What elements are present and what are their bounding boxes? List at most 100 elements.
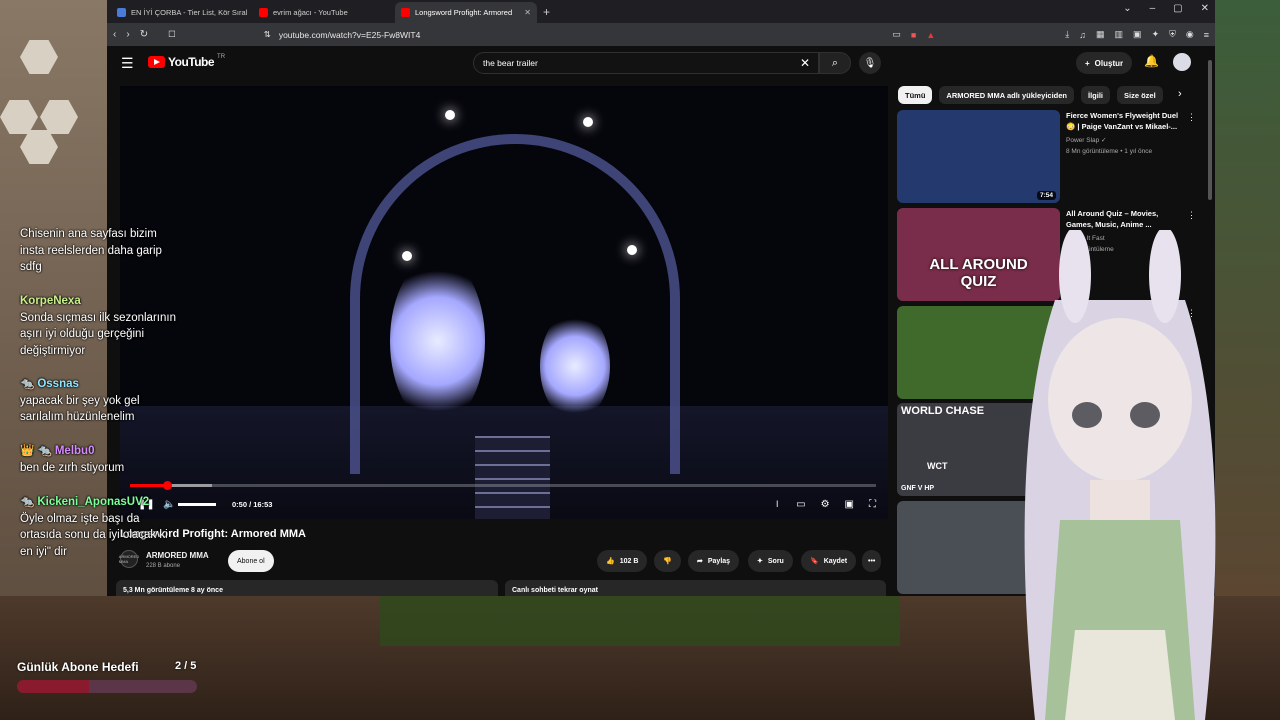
- ai-icon[interactable]: ✦: [1152, 29, 1160, 40]
- menu-icon[interactable]: ≡: [1204, 30, 1209, 40]
- more-vert-icon[interactable]: ⋮: [1187, 112, 1196, 123]
- goal-progress-bar: [17, 680, 197, 693]
- ask-button[interactable]: ✦ Soru: [748, 550, 793, 572]
- tab-title: evrim ağacı - YouTube: [273, 8, 348, 17]
- close-window-icon[interactable]: ✕: [1201, 3, 1209, 14]
- logo-text: YouTube: [168, 55, 215, 69]
- chat-user-line: KorpeNexa: [20, 293, 176, 310]
- chat-badge-icon: 🐀: [20, 496, 35, 508]
- recommendation-title[interactable]: All Around Quiz – Movies, Games, Music, …: [1066, 208, 1182, 230]
- address-bar: ‹ › ↻ ☐ ⇅ youtube.com/watch?v=E25-Fw8WIT…: [107, 23, 1215, 46]
- tab-groups-icon[interactable]: ▣: [1133, 29, 1142, 40]
- chip-for-you[interactable]: Size özel: [1117, 86, 1163, 104]
- chip-related[interactable]: İlgili: [1081, 86, 1110, 104]
- url-field[interactable]: ☐ ⇅ youtube.com/watch?v=E25-Fw8WIT4: [168, 29, 883, 40]
- reading-list-icon[interactable]: ▦: [1096, 29, 1105, 40]
- share-button[interactable]: ➦ Paylaş: [688, 550, 740, 572]
- sidebar-icon[interactable]: ▥: [1115, 29, 1124, 40]
- chip-all[interactable]: Tümü: [898, 86, 933, 104]
- subtitles-icon[interactable]: ▭: [796, 499, 805, 510]
- more-icon: •••: [868, 557, 876, 565]
- scrollbar[interactable]: [1208, 60, 1212, 200]
- clear-icon[interactable]: ✕: [800, 56, 810, 70]
- tab-evrim-agaci[interactable]: evrim ağacı - YouTube: [253, 2, 395, 23]
- video-thumbnail[interactable]: 7:54: [897, 110, 1060, 203]
- youtube-play-icon: [148, 56, 165, 68]
- shield-icon[interactable]: ⛨: [1169, 29, 1176, 40]
- recommendation-item[interactable]: 7:54 Fierce Women's Flyweight Duel 😳 | P…: [897, 110, 1197, 203]
- more-vert-icon[interactable]: ⋮: [1187, 210, 1196, 221]
- bookmark-icon: 🔖: [810, 558, 819, 565]
- progress-scrubber[interactable]: [163, 481, 173, 490]
- chat-text-line: insta reelslerden daha garip: [20, 244, 162, 257]
- avatar-eye: [1130, 402, 1160, 428]
- close-icon[interactable]: ✕: [524, 8, 531, 17]
- share-icon: ➦: [697, 558, 703, 565]
- dislike-button[interactable]: 👎: [654, 550, 681, 572]
- progress-bar[interactable]: [130, 481, 876, 490]
- chat-user-line: 🐀 Kickeni_AponasUV2: [20, 494, 168, 511]
- new-tab-icon[interactable]: +: [543, 2, 550, 23]
- miniplayer-icon[interactable]: ▣: [845, 499, 854, 510]
- download-icon[interactable]: ⤓: [1065, 29, 1069, 40]
- hamburger-menu-icon[interactable]: ☰: [121, 55, 134, 72]
- create-button[interactable]: + Oluştur: [1076, 52, 1133, 74]
- search-button[interactable]: ⌕: [819, 52, 851, 74]
- maximize-icon[interactable]: ▢: [1173, 3, 1182, 14]
- bookmark-icon[interactable]: ☐: [168, 29, 176, 40]
- avatar-eye: [1072, 402, 1102, 428]
- reload-icon[interactable]: ↻: [140, 29, 148, 40]
- extension-icon[interactable]: ▲: [926, 30, 935, 40]
- chat-username: KorpeNexa: [20, 295, 81, 307]
- settings-gear-icon[interactable]: ⚙: [821, 499, 830, 510]
- volume-slider[interactable]: [178, 503, 216, 506]
- vtuber-avatar: [1024, 230, 1216, 720]
- save-button[interactable]: 🔖 Kaydet: [801, 550, 857, 572]
- subscribe-button[interactable]: Abone ol: [228, 550, 274, 572]
- microphone-button[interactable]: 🎙: [859, 52, 881, 74]
- account-avatar[interactable]: [1173, 53, 1191, 71]
- extension-icon[interactable]: ■: [911, 30, 916, 40]
- chat-text-line: Öyle olmaz işte başı da: [20, 512, 140, 525]
- back-icon[interactable]: ‹: [113, 29, 116, 40]
- more-actions-button[interactable]: •••: [862, 550, 882, 572]
- country-code: TR: [217, 54, 226, 60]
- tab-search-icon[interactable]: ⌄: [1123, 3, 1131, 14]
- media-icon[interactable]: ♫: [1079, 30, 1086, 40]
- description-box[interactable]: 5,3 Mn görüntüleme 8 ay önce: [116, 580, 498, 596]
- chat-username: Ossnas: [37, 378, 79, 390]
- recommendation-meta: 8 Mn görüntüleme • 1 yıl önce: [1066, 148, 1153, 155]
- video-player[interactable]: ❚❚ 🔈 0:50 / 16:53 ⏽ ▭ ⚙ ▣ ⛶: [120, 86, 888, 519]
- thumbnail-text: GNF V HP: [901, 485, 935, 492]
- tab-tier-list[interactable]: EN İYİ ÇORBA - Tier List, Kör Sıralama: [111, 2, 253, 23]
- thumbs-up-icon: 👍: [606, 558, 615, 565]
- recommendation-chips: Tümü ARMORED MMA adlı yükleyiciden İlgil…: [898, 86, 1163, 104]
- youtube-header: ☰ YouTube TR the bear trailer ✕ ⌕ 🎙 + Ol…: [107, 46, 1215, 79]
- chat-replay-button[interactable]: Canlı sohbeti tekrar oynat: [505, 580, 886, 596]
- minimize-icon[interactable]: –: [1150, 3, 1156, 14]
- search-input[interactable]: the bear trailer ✕: [473, 52, 819, 74]
- like-button[interactable]: 👍 102 B: [597, 550, 648, 572]
- goal-count: 2 / 5: [175, 660, 197, 672]
- profile-icon[interactable]: ◉: [1186, 29, 1194, 40]
- tab-title: Longsword Profight: Armored: [415, 8, 513, 17]
- chip-uploader[interactable]: ARMORED MMA adlı yükleyiciden: [939, 86, 1074, 104]
- chat-text-line: Sonda sıçması ilk sezonlarının: [20, 311, 176, 324]
- tab-longsword[interactable]: Longsword Profight: Armored ✕: [395, 2, 537, 23]
- chat-username: Melbu0: [54, 445, 95, 457]
- forward-icon[interactable]: ›: [126, 29, 129, 40]
- recommendation-title[interactable]: Fierce Women's Flyweight Duel 😳 | Paige …: [1066, 110, 1182, 132]
- ask-label: Soru: [767, 557, 784, 565]
- chat-badge-icon: 👑 🐀: [20, 445, 52, 457]
- plus-icon: +: [1085, 58, 1090, 68]
- notifications-bell-icon[interactable]: 🔔: [1144, 54, 1159, 68]
- youtube-logo[interactable]: YouTube TR: [148, 54, 226, 69]
- autoplay-toggle-icon[interactable]: ⏽: [773, 499, 781, 510]
- fullscreen-icon[interactable]: ⛶: [869, 499, 876, 510]
- site-info-icon[interactable]: ⇅: [264, 29, 271, 40]
- recommendation-channel[interactable]: Power Slap ✓: [1066, 135, 1182, 146]
- chevron-right-icon[interactable]: ›: [1178, 88, 1182, 100]
- cast-icon[interactable]: ▭: [892, 29, 901, 40]
- tab-title: EN İYİ ÇORBA - Tier List, Kör Sıralama: [131, 8, 247, 17]
- chat-message: KorpeNexa Sonda sıçması ilk sezonlarının a…: [20, 293, 176, 359]
